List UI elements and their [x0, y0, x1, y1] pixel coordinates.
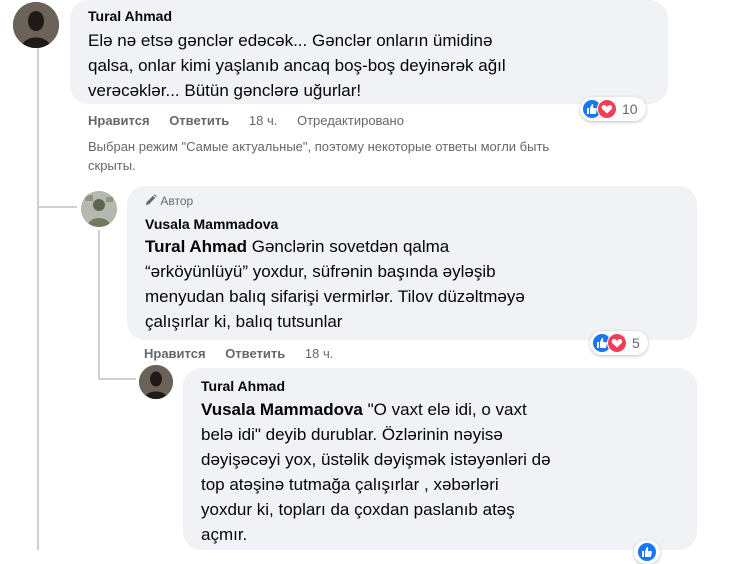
comment-text-line: dəyişəcəyi yox, üstəlik dəyişmək istəyən…: [201, 450, 551, 469]
thread-line-main: [37, 40, 39, 550]
reactions-summary-partial[interactable]: [634, 540, 660, 564]
reactions-count: 5: [632, 335, 640, 351]
comment-bubble: Автор Vusala Mammadova Tural Ahmad Gəncl…: [127, 186, 697, 340]
thread-connector-h-2: [98, 378, 136, 380]
comment-text-line: "O vaxt elə idi, o vaxt: [362, 400, 527, 419]
reactions-summary[interactable]: 10: [580, 97, 646, 121]
filter-notice-line: Выбран режим "Самые актуальные", поэтому…: [88, 139, 550, 154]
timestamp[interactable]: 18 ч.: [305, 346, 333, 361]
comment-author[interactable]: Vusala Mammadova: [145, 216, 278, 232]
like-icon: [637, 542, 657, 562]
comment-bubble: Tural Ahmad Elə nə etsə gənclər edəcək..…: [70, 0, 668, 104]
comment-actions: Нравится Ответить 18 ч. Отредактировано: [88, 113, 420, 128]
comment-text: Tural Ahmad Gənclərin sovetdən qalma “ər…: [145, 234, 695, 334]
timestamp[interactable]: 18 ч.: [249, 113, 277, 128]
love-icon: [597, 99, 617, 119]
author-badge: Автор: [145, 194, 193, 208]
comment-text: Elə nə etsə gənclər edəcək... Gənclər on…: [88, 28, 668, 103]
love-icon: [607, 333, 627, 353]
thread-line-sub: [98, 230, 100, 380]
mention-link[interactable]: Vusala Mammadova: [201, 400, 363, 419]
avatar-image: [139, 365, 173, 399]
comment-text-line: menyudan balıq sifarişi vermirlər. Tilov…: [145, 287, 525, 306]
like-button[interactable]: Нравится: [88, 113, 150, 128]
comment-text-line: “ərköyünlüyü” yoxdur, süfrənin başında ə…: [145, 262, 496, 281]
avatar[interactable]: [81, 191, 117, 227]
reply-button[interactable]: Ответить: [169, 113, 229, 128]
author-badge-label: Автор: [160, 194, 194, 208]
reactions-summary[interactable]: 5: [590, 331, 648, 355]
comment-text: Vusala Mammadova "O vaxt elə idi, o vaxt…: [201, 397, 697, 547]
reply-button[interactable]: Ответить: [225, 346, 285, 361]
comment-text-line: qalsa, onlar kimi yaşlanıb ancaq boş-boş…: [88, 56, 506, 75]
comment-text-line: verəcəklər... Bütün gənclərə uğurlar!: [88, 81, 362, 100]
avatar-image: [81, 191, 117, 227]
comment-actions: Нравится Ответить 18 ч.: [144, 346, 349, 361]
pen-icon: [145, 194, 160, 208]
comment-text-line: belə idi" deyib durublar. Özlərinin nəyi…: [201, 425, 503, 444]
comment-text-line: top atəşinə tutmağa çalışırlar , xəbərlə…: [201, 475, 499, 494]
avatar[interactable]: [139, 365, 173, 399]
comment-text-line: yoxdur ki, topları da çoxdan paslanıb at…: [201, 500, 515, 519]
reactions-count: 10: [622, 101, 638, 117]
like-button[interactable]: Нравится: [144, 346, 206, 361]
comment-text-line: Elə nə etsə gənclər edəcək... Gənclər on…: [88, 31, 493, 50]
comment-author[interactable]: Tural Ahmad: [88, 8, 172, 24]
filter-notice: Выбран режим "Самые актуальные", поэтому…: [88, 137, 718, 175]
thread-connector-h-1: [37, 206, 77, 208]
mention-link[interactable]: Tural Ahmad: [145, 237, 247, 256]
avatar-image: [13, 2, 59, 48]
edited-label: Отредактировано: [296, 113, 404, 128]
avatar[interactable]: [13, 2, 59, 48]
comment-text-line: Gənclərin sovetdən qalma: [247, 237, 450, 256]
comment-author[interactable]: Tural Ahmad: [201, 378, 285, 394]
comment-text-line: açmır.: [201, 525, 248, 544]
filter-notice-line: скрыты.: [88, 158, 136, 173]
comment-bubble: Tural Ahmad Vusala Mammadova "O vaxt elə…: [183, 368, 697, 550]
